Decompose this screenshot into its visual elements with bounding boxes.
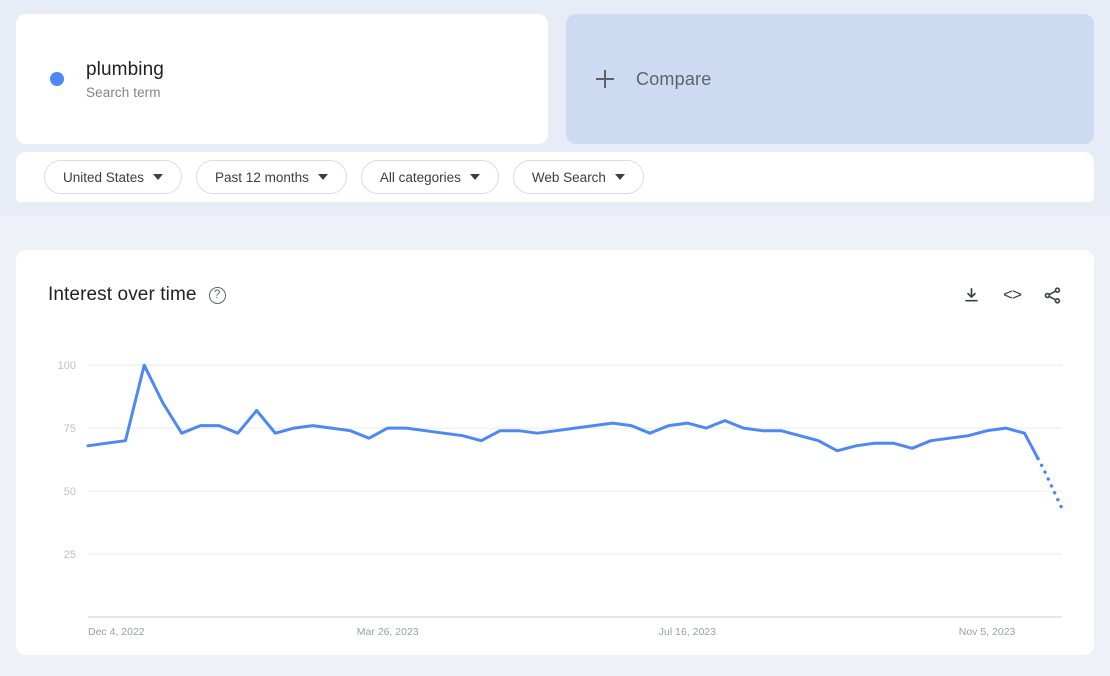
compare-label: Compare — [636, 68, 712, 89]
svg-text:100: 100 — [58, 360, 76, 372]
search-term-text: plumbing Search term — [86, 59, 164, 100]
svg-text:50: 50 — [64, 486, 76, 498]
chevron-down-icon — [469, 174, 480, 180]
svg-text:Jul 16, 2023: Jul 16, 2023 — [659, 626, 716, 638]
filter-category-label: All categories — [379, 169, 461, 185]
chevron-down-icon — [614, 174, 625, 180]
svg-text:25: 25 — [64, 549, 76, 561]
help-circle-icon[interactable]: ? — [208, 286, 226, 304]
chart-title-group: Interest over time ? — [48, 284, 226, 306]
embed-code-icon[interactable]: <> — [1003, 285, 1022, 305]
chart-title: Interest over time — [48, 284, 197, 305]
filter-time-range-label: Past 12 months — [215, 169, 309, 185]
filter-bar: United States Past 12 months All categor… — [16, 152, 1094, 202]
chevron-down-icon — [317, 174, 328, 180]
plus-icon — [596, 70, 614, 88]
share-icon[interactable] — [1043, 286, 1062, 305]
filter-search-type[interactable]: Web Search — [512, 160, 644, 194]
chart-header: Interest over time ? <> — [48, 278, 1062, 312]
svg-text:Dec 4, 2022: Dec 4, 2022 — [88, 626, 145, 638]
svg-text:Nov 5, 2023: Nov 5, 2023 — [959, 626, 1016, 638]
search-term-subtitle: Search term — [86, 84, 161, 100]
series-color-dot — [50, 72, 64, 86]
search-terms-row: plumbing Search term Compare — [16, 14, 1094, 144]
filter-location[interactable]: United States — [44, 160, 183, 194]
chart-actions: <> — [962, 285, 1062, 305]
svg-text:Mar 26, 2023: Mar 26, 2023 — [357, 626, 419, 638]
chevron-down-icon — [153, 174, 164, 180]
svg-text:75: 75 — [64, 423, 76, 435]
interest-over-time-card: Interest over time ? <> 25 50 75 100 Dec… — [16, 250, 1094, 655]
filter-time-range[interactable]: Past 12 months — [196, 160, 347, 194]
compare-button[interactable]: Compare — [566, 14, 1094, 144]
download-icon[interactable] — [962, 286, 981, 305]
chart-plot-area: 25 50 75 100 Dec 4, 2022 Mar 26, 2023 Jul 16, … — [16, 322, 1094, 642]
filter-search-type-label: Web Search — [531, 169, 606, 185]
interest-over-time-chart[interactable]: 25 50 75 100 Dec 4, 2022 Mar 26, 2023 Jul 16, … — [16, 322, 1094, 642]
filter-category[interactable]: All categories — [360, 160, 499, 194]
search-term-card[interactable]: plumbing Search term — [16, 14, 548, 144]
search-term-title: plumbing — [86, 58, 164, 80]
filter-location-label: United States — [63, 169, 145, 185]
